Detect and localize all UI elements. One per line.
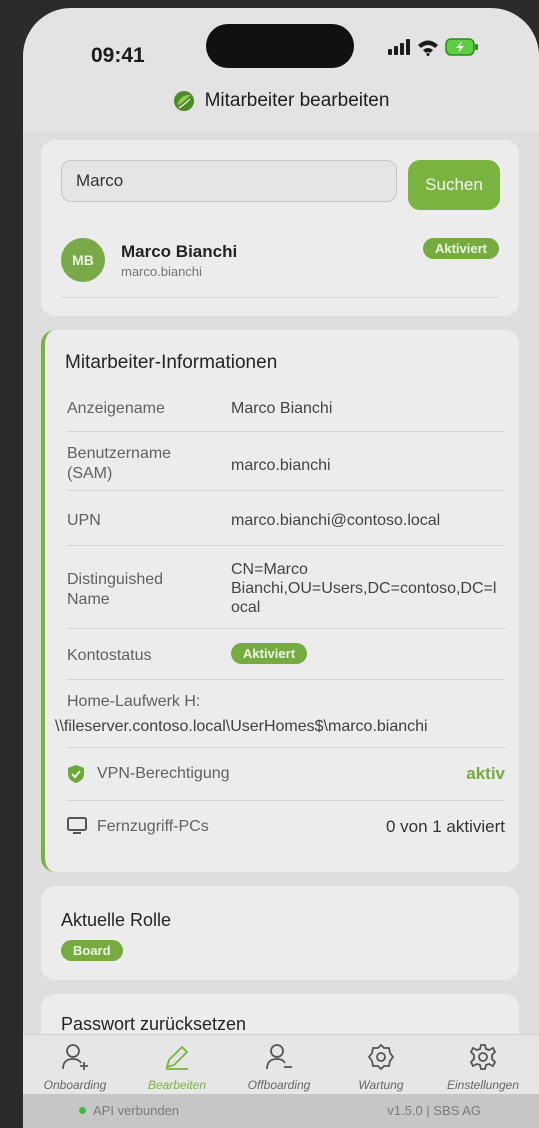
result-username: marco.bianchi (121, 264, 202, 279)
display-name-value: Marco Bianchi (231, 400, 333, 417)
search-card: Suchen MB Marco Bianchi marco.bianchi Ak… (41, 140, 519, 316)
role-badge: Board (61, 940, 123, 961)
status-icons (387, 38, 479, 56)
nav-onboarding[interactable]: Onboarding (25, 1043, 125, 1092)
nav-maintenance[interactable]: Wartung (331, 1043, 431, 1092)
pencil-icon (165, 1045, 189, 1070)
vpn-label: VPN-Berechtigung (97, 765, 230, 782)
nav-edit[interactable]: Bearbeiten (127, 1043, 227, 1092)
api-status-text: API verbunden (93, 1103, 180, 1118)
home-drive-row: Home-Laufwerk H: \\fileserver.contoso.lo… (55, 680, 505, 748)
dn-row: Distinguished Name CN=Marco Bianchi,OU=U… (67, 546, 505, 629)
nav-settings-label: Einstellungen (446, 1078, 520, 1092)
nav-offboarding-label: Offboarding (247, 1078, 311, 1092)
nav-maintenance-label: Wartung (358, 1078, 404, 1092)
page-title: Mitarbeiter bearbeiten (204, 90, 390, 111)
leaf-logo-icon (173, 91, 194, 111)
nav-edit-label: Bearbeiten (147, 1078, 207, 1092)
result-name: Marco Bianchi (121, 242, 238, 261)
version-text: v1.5.0 | SBS AG (387, 1103, 481, 1118)
nav-settings[interactable]: Einstellungen (433, 1043, 533, 1092)
scroll-content: Suchen MB Marco Bianchi marco.bianchi Ak… (23, 132, 539, 1054)
divider (61, 297, 499, 298)
dn-label: Distinguished Name (67, 570, 163, 610)
remote-pcs-label: Fernzugriff-PCs (97, 818, 209, 835)
dn-value-line2: Bianchi,OU=Users,DC=contoso,DC=l (231, 580, 497, 597)
add-user-icon (62, 1044, 88, 1070)
vpn-row: VPN-Berechtigung aktiv (67, 748, 505, 801)
search-button[interactable]: Suchen (408, 160, 500, 210)
account-status-label: Kontostatus (67, 647, 152, 664)
phone-screen: 09:41 Mitarbeiter bearbeiten Marco Suche… (23, 8, 539, 1128)
dn-value-line3: ocal (231, 599, 261, 616)
home-drive-label: Home-Laufwerk H: (67, 693, 201, 710)
status-time: 09:41 (91, 44, 145, 67)
shield-check-icon (68, 765, 84, 783)
nav-offboarding[interactable]: Offboarding (229, 1043, 329, 1092)
dn-label-line2: Name (67, 591, 110, 608)
sam-label-line2: (SAM) (67, 465, 113, 482)
footer-status-bar: API verbunden v1.5.0 | SBS AG (23, 1094, 539, 1128)
signal-icon (388, 39, 410, 55)
info-card-title: Mitarbeiter-Informationen (65, 352, 278, 373)
account-status-row: Kontostatus Aktiviert (67, 629, 505, 680)
remote-pcs-row: Fernzugriff-PCs 0 von 1 aktiviert (67, 801, 505, 853)
display-name-label: Anzeigename (67, 400, 165, 417)
sam-row: Benutzername (SAM) marco.bianchi (67, 432, 505, 491)
sam-label: Benutzername (SAM) (67, 444, 171, 484)
upn-label: UPN (67, 512, 101, 529)
sam-value: marco.bianchi (231, 457, 331, 474)
status-badge: Aktiviert (422, 238, 499, 259)
dn-value-line1: CN=Marco (231, 561, 308, 578)
bottom-nav: Onboarding Bearbeiten Offboarding Wartun… (23, 1034, 539, 1095)
display-name-row: Anzeigename Marco Bianchi (67, 384, 505, 432)
home-drive-path: \\fileserver.contoso.local\UserHomes$\ma… (55, 718, 428, 735)
upn-row: UPN marco.bianchi@contoso.local (67, 491, 505, 546)
role-card: Aktuelle Rolle Board (41, 886, 519, 980)
dynamic-island (206, 24, 354, 68)
role-title: Aktuelle Rolle (61, 910, 172, 930)
search-input[interactable] (61, 160, 397, 202)
account-status-badge: Aktiviert (231, 643, 308, 664)
password-reset-title: Passwort zurücksetzen (61, 1014, 247, 1034)
remote-pcs-value: 0 von 1 aktiviert (385, 817, 505, 836)
vpn-value: aktiv (466, 764, 505, 783)
settings-cog-icon (469, 1044, 497, 1070)
dn-value: CN=Marco Bianchi,OU=Users,DC=contoso,DC=… (231, 560, 496, 617)
battery-icon (445, 38, 478, 56)
api-status-dot (79, 1107, 86, 1114)
wifi-icon (418, 40, 438, 56)
avatar: MB (61, 238, 105, 282)
dn-label-line1: Distinguished (67, 571, 164, 588)
upn-value: marco.bianchi@contoso.local (231, 512, 441, 529)
remove-user-icon (266, 1044, 292, 1070)
page-header: Mitarbeiter bearbeiten (23, 90, 539, 112)
employee-info-card: Mitarbeiter-Informationen Anzeigename Ma… (41, 330, 519, 872)
gear-icon (367, 1043, 395, 1071)
monitor-icon (67, 817, 87, 834)
sam-label-line1: Benutzername (67, 445, 172, 462)
nav-onboarding-label: Onboarding (43, 1078, 107, 1092)
